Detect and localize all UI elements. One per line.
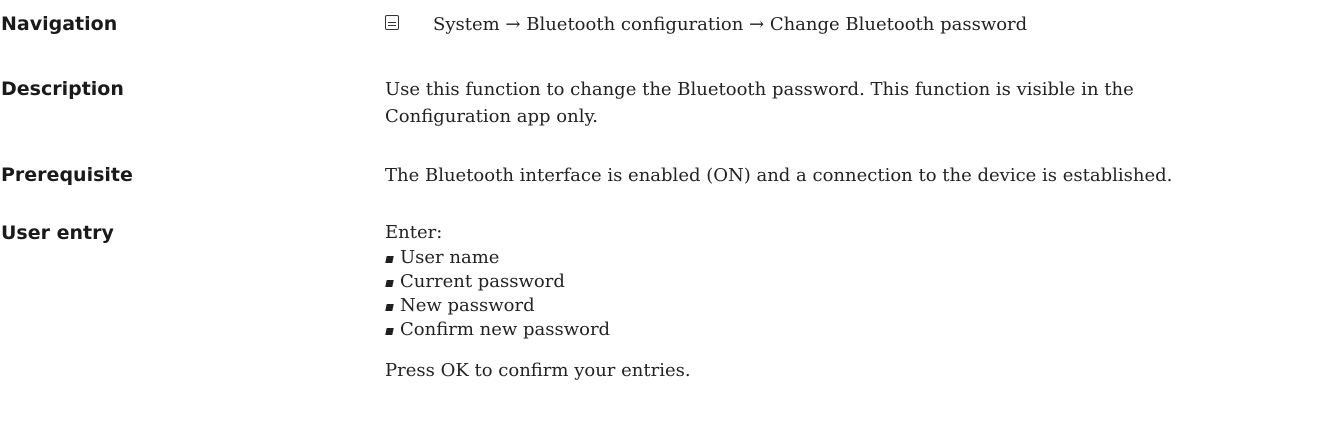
- prerequisite-label: Prerequisite: [1, 164, 133, 186]
- bullet-icon: [385, 328, 394, 335]
- bullet-icon: [385, 280, 394, 287]
- user-entry-footer: Press OK to confirm your entries.: [385, 360, 691, 381]
- user-entry-list: User name Current password New password …: [385, 246, 1320, 342]
- user-entry-row: User entry Enter: User name Current pass…: [0, 220, 1325, 440]
- list-item-text: Confirm new password: [400, 319, 611, 340]
- navigation-path: System → Bluetooth configuration → Chang…: [433, 14, 1028, 35]
- list-item-text: User name: [400, 247, 500, 268]
- description-row: Description Use this function to change …: [0, 76, 1325, 132]
- prerequisite-text: The Bluetooth interface is enabled (ON) …: [385, 165, 1173, 186]
- description-text: Use this function to change the Bluetoot…: [385, 76, 1320, 130]
- description-line-1: Use this function to change the Bluetoot…: [385, 79, 1134, 100]
- user-entry-intro: Enter:: [385, 222, 443, 243]
- list-item: New password: [385, 294, 1320, 318]
- list-item: Confirm new password: [385, 318, 1320, 342]
- bullet-icon: [385, 256, 394, 263]
- list-item: User name: [385, 246, 1320, 270]
- list-item: Current password: [385, 270, 1320, 294]
- navigation-row: Navigation System → Bluetooth configurat…: [0, 11, 1325, 41]
- navigation-label: Navigation: [1, 13, 118, 35]
- description-label: Description: [1, 78, 124, 100]
- list-item-text: Current password: [400, 271, 565, 292]
- list-item-text: New password: [400, 295, 535, 316]
- menu-icon: [385, 15, 399, 30]
- description-line-2: Configuration app only.: [385, 106, 598, 127]
- user-entry-content: Enter: User name Current password New pa…: [385, 220, 1320, 384]
- prerequisite-row: Prerequisite The Bluetooth interface is …: [0, 162, 1325, 192]
- bullet-icon: [385, 304, 394, 311]
- user-entry-label: User entry: [1, 222, 114, 244]
